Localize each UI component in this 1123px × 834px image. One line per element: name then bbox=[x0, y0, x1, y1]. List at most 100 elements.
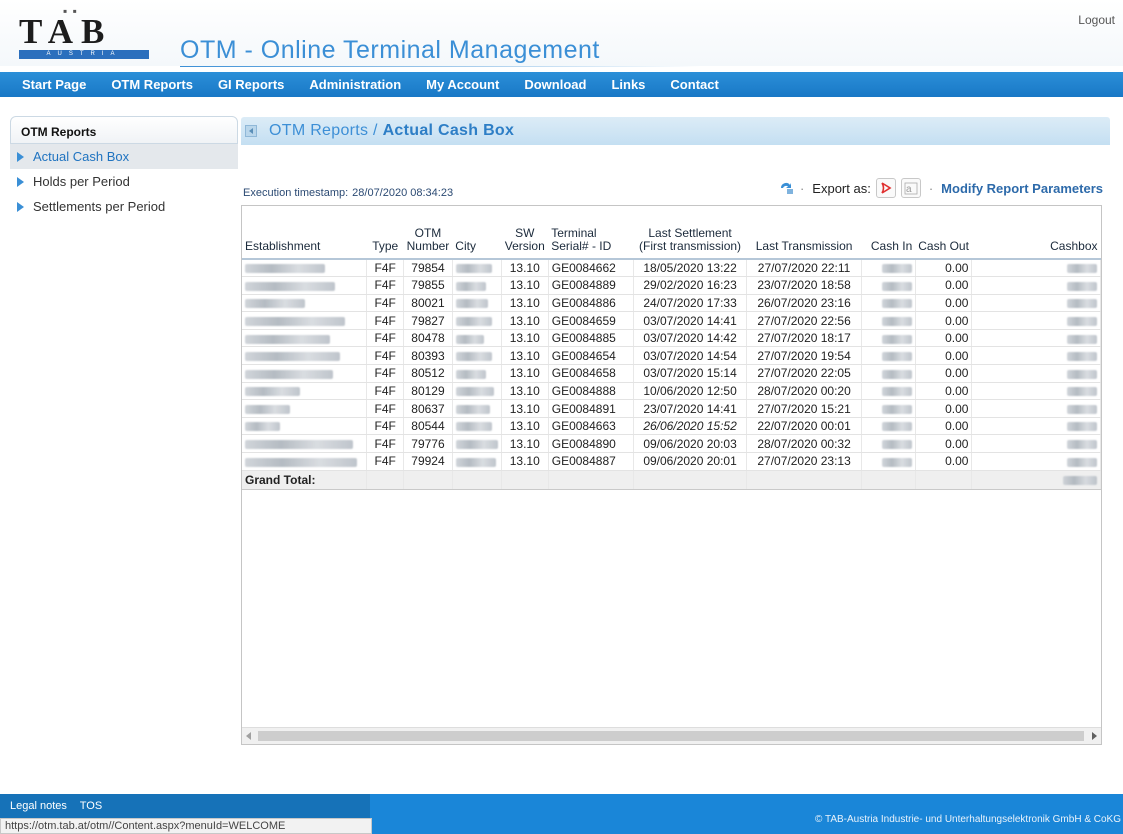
refresh-icon[interactable] bbox=[778, 181, 793, 195]
cell-otm-number: 79827 bbox=[403, 311, 453, 330]
modify-report-parameters-link[interactable]: Modify Report Parameters bbox=[941, 181, 1103, 196]
cell-terminal-serial: GE0084890 bbox=[548, 434, 635, 454]
cell-cash-out: 0.00 bbox=[915, 311, 973, 330]
col-otm-number[interactable]: OTM Number bbox=[404, 206, 453, 259]
cell-cashbox bbox=[971, 364, 1101, 383]
table-row[interactable]: F4F 80637 13.10 GE0084891 23/07/2020 14:41 27… bbox=[242, 399, 1101, 418]
sidebar-item-settlements-per-period[interactable]: Settlements per Period bbox=[10, 194, 238, 219]
col-last-transmission[interactable]: Last Transmission bbox=[746, 206, 861, 259]
table-row[interactable]: F4F 80478 13.10 GE0084885 03/07/2020 14:42 27… bbox=[242, 329, 1101, 348]
cell-cash-out: 0.00 bbox=[915, 364, 973, 383]
cell-type: F4F bbox=[366, 329, 405, 348]
cell-type: F4F bbox=[366, 452, 405, 471]
collapse-sidebar-icon[interactable] bbox=[245, 125, 257, 137]
export-pdf-icon[interactable] bbox=[875, 178, 896, 198]
cell-type: F4F bbox=[366, 434, 405, 454]
table-row[interactable]: F4F 80021 13.10 GE0084886 24/07/2020 17:33 26… bbox=[242, 294, 1101, 313]
cell-cashbox bbox=[971, 294, 1101, 313]
horizontal-scrollbar[interactable] bbox=[242, 727, 1101, 744]
cell-type: F4F bbox=[366, 417, 405, 436]
triangle-right-icon bbox=[17, 176, 24, 187]
redacted-value bbox=[1067, 264, 1097, 274]
footer-links: Legal notes TOS bbox=[10, 800, 112, 812]
redacted-value bbox=[1067, 299, 1097, 309]
grand-total-label: Grand Total: bbox=[242, 470, 368, 490]
legal-notes-link[interactable]: Legal notes bbox=[10, 800, 67, 812]
scroll-thumb[interactable] bbox=[258, 731, 1084, 741]
redacted-value bbox=[455, 316, 492, 326]
grand-total-row: Grand Total: bbox=[242, 470, 1101, 490]
sidebar-item-holds-per-period[interactable]: Holds per Period bbox=[10, 169, 238, 194]
redacted-value bbox=[1067, 281, 1097, 291]
cell-sw-version: 13.10 bbox=[501, 417, 549, 436]
cell-establishment bbox=[242, 382, 368, 401]
nav-otm-reports[interactable]: OTM Reports bbox=[111, 77, 193, 92]
table-row[interactable]: F4F 79855 13.10 GE0084889 29/02/2020 16:23 23… bbox=[242, 276, 1101, 295]
col-type[interactable]: Type bbox=[367, 206, 404, 259]
cell-terminal-serial: GE0084658 bbox=[548, 364, 635, 383]
sidebar-item-label: Settlements per Period bbox=[33, 199, 166, 214]
table-row[interactable]: F4F 79776 13.10 GE0084890 09/06/2020 20:03 28… bbox=[242, 434, 1101, 454]
col-cashbox[interactable]: Cashbox bbox=[972, 206, 1101, 259]
cell-city bbox=[452, 311, 502, 330]
col-establishment[interactable]: Establishment bbox=[242, 206, 367, 259]
table-body: F4F 79854 13.10 GE0084662 18/05/2020 13:22 27… bbox=[242, 259, 1101, 490]
redacted-value bbox=[455, 457, 496, 467]
nav-download[interactable]: Download bbox=[524, 77, 586, 92]
redacted-value bbox=[455, 369, 486, 379]
cell-sw-version: 13.10 bbox=[501, 259, 549, 278]
cell-type: F4F bbox=[366, 311, 405, 330]
cell-city bbox=[452, 399, 502, 418]
redacted-value bbox=[245, 404, 290, 414]
redacted-value bbox=[1067, 387, 1097, 397]
redacted-value bbox=[1067, 422, 1097, 432]
nav-administration[interactable]: Administration bbox=[309, 77, 401, 92]
table-row[interactable]: F4F 80512 13.10 GE0084658 03/07/2020 15:14 27… bbox=[242, 364, 1101, 383]
nav-contact[interactable]: Contact bbox=[670, 77, 718, 92]
cell-city bbox=[452, 417, 502, 436]
table-row[interactable]: F4F 80544 13.10 GE0084663 26/06/2020 15:52 22… bbox=[242, 417, 1101, 436]
tos-link[interactable]: TOS bbox=[80, 800, 102, 812]
cell-cash-in bbox=[861, 382, 916, 401]
col-cash-in[interactable]: Cash In bbox=[862, 206, 915, 259]
cell-terminal-serial: GE0084887 bbox=[548, 452, 635, 471]
tab-logo[interactable]: ▪ ▪ TAB AUSTRIA bbox=[19, 4, 161, 60]
nav-gi-reports[interactable]: GI Reports bbox=[218, 77, 284, 92]
table-row[interactable]: F4F 79854 13.10 GE0084662 18/05/2020 13:22 27… bbox=[242, 259, 1101, 278]
redacted-value bbox=[881, 440, 912, 450]
scroll-right-icon[interactable] bbox=[1092, 732, 1097, 740]
cell-otm-number: 80478 bbox=[403, 329, 453, 348]
execution-timestamp: Execution timestamp: 28/07/2020 08:34:23 bbox=[243, 187, 454, 199]
col-sw-version[interactable]: SW Version bbox=[501, 206, 548, 259]
cell-last-transmission: 28/07/2020 00:32 bbox=[746, 434, 863, 454]
col-terminal-serial[interactable]: Terminal Serial# - ID bbox=[548, 206, 634, 259]
col-city[interactable]: City bbox=[452, 206, 501, 259]
table-row[interactable]: F4F 79924 13.10 GE0084887 09/06/2020 20:01 27… bbox=[242, 452, 1101, 471]
cell-last-transmission: 22/07/2020 00:01 bbox=[746, 417, 863, 436]
cell-last-transmission: 23/07/2020 18:58 bbox=[746, 276, 863, 295]
cell-city bbox=[452, 329, 502, 348]
col-last-settlement[interactable]: Last Settlement (First transmission) bbox=[634, 206, 747, 259]
sidebar-item-actual-cash-box[interactable]: Actual Cash Box bbox=[10, 144, 238, 169]
cell-city bbox=[452, 364, 502, 383]
redacted-value bbox=[245, 457, 357, 467]
svg-text:a: a bbox=[906, 184, 912, 195]
cell-cash-in bbox=[861, 434, 916, 454]
sidebar-item-label: Actual Cash Box bbox=[33, 149, 130, 164]
nav-my-account[interactable]: My Account bbox=[426, 77, 499, 92]
col-cash-out[interactable]: Cash Out bbox=[915, 206, 972, 259]
export-doc-icon[interactable]: a bbox=[900, 178, 921, 198]
logout-link[interactable]: Logout bbox=[1078, 13, 1115, 27]
cell-establishment bbox=[242, 329, 368, 348]
table-row[interactable]: F4F 79827 13.10 GE0084659 03/07/2020 14:41 27… bbox=[242, 311, 1101, 330]
redacted-value bbox=[881, 422, 912, 432]
table-row[interactable]: F4F 80129 13.10 GE0084888 10/06/2020 12:50 28… bbox=[242, 382, 1101, 401]
cell-last-settlement: 09/06/2020 20:01 bbox=[633, 452, 747, 471]
nav-start-page[interactable]: Start Page bbox=[22, 77, 86, 92]
scroll-left-icon[interactable] bbox=[246, 732, 251, 740]
nav-links[interactable]: Links bbox=[611, 77, 645, 92]
table-row[interactable]: F4F 80393 13.10 GE0084654 03/07/2020 14:54 27… bbox=[242, 346, 1101, 366]
cell-cashbox bbox=[971, 417, 1101, 436]
cell-cashbox bbox=[971, 259, 1101, 278]
table-header-row: Establishment Type OTM Number City SW Ve… bbox=[242, 206, 1101, 259]
